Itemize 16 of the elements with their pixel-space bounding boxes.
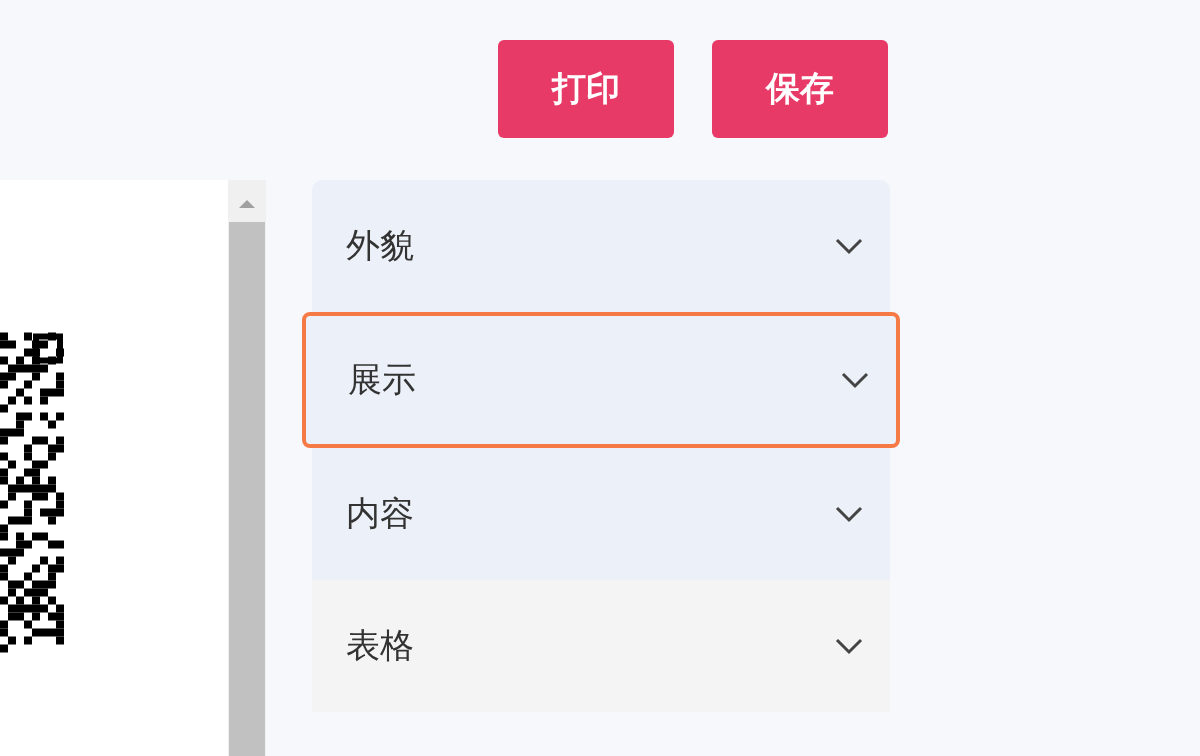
chevron-down-icon xyxy=(840,371,870,389)
toolbar-button[interactable]: 保存 xyxy=(712,40,888,138)
accordion-section[interactable]: 外貌 xyxy=(312,180,890,312)
section-title: 表格 xyxy=(346,624,414,667)
section-title: 展示 xyxy=(348,358,416,401)
accordion-section[interactable]: 表格 xyxy=(312,580,890,712)
chevron-down-icon xyxy=(834,237,864,255)
chevron-down-icon xyxy=(834,505,864,523)
chevron-down-icon xyxy=(834,637,864,655)
accordion-section[interactable]: 内容 xyxy=(312,448,890,580)
section-title: 外貌 xyxy=(346,224,414,267)
accordion-section[interactable]: 展示 xyxy=(302,312,900,448)
qr-code-icon xyxy=(0,330,64,655)
section-title: 内容 xyxy=(346,492,414,535)
scroll-up-icon[interactable] xyxy=(237,198,257,210)
toolbar-button[interactable]: 打印 xyxy=(498,40,674,138)
